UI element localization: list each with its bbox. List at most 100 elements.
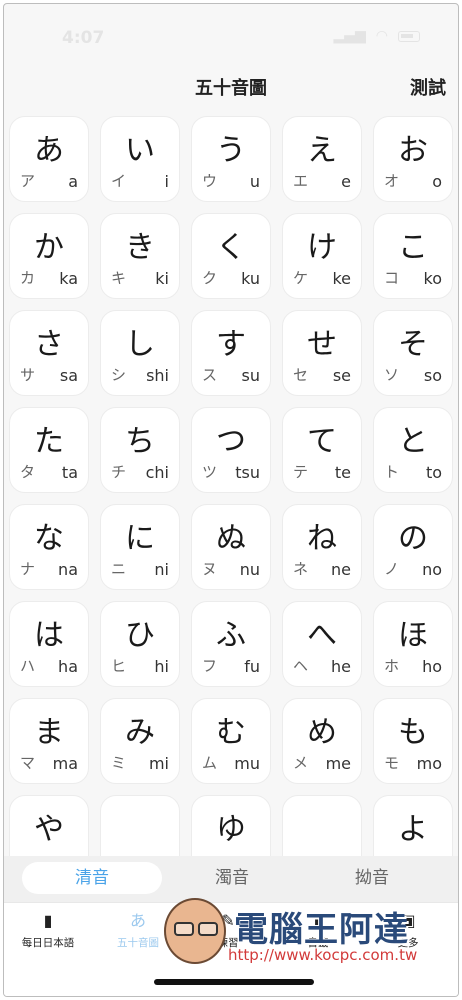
kana-card[interactable]: ぬヌ nu	[191, 504, 271, 590]
kana-card[interactable]: せセ se	[282, 310, 362, 396]
kana-card[interactable]: えエ e	[282, 116, 362, 202]
kana-card[interactable]: うウ u	[191, 116, 271, 202]
watermark-url: http://www.kocpc.com.tw	[228, 946, 418, 964]
kana-card[interactable]: や	[9, 795, 89, 856]
hiragana-label: お	[398, 133, 428, 168]
kana-card[interactable]: たタ ta	[9, 407, 89, 493]
hiragana-label: さ	[34, 327, 64, 362]
katakana-label: サ	[20, 366, 36, 384]
romaji-label: a	[68, 172, 78, 191]
hiragana-label: の	[398, 521, 428, 556]
kana-card[interactable]: さサ sa	[9, 310, 89, 396]
kana-card[interactable]: へヘ he	[282, 601, 362, 687]
katakana-label: ソ	[384, 366, 400, 384]
kana-card[interactable]: いイ i	[100, 116, 180, 202]
signal-icon: ▂▄▆	[333, 28, 366, 44]
katakana-label: ク	[202, 269, 218, 287]
kana-card[interactable]	[100, 795, 180, 856]
tab-0[interactable]: ▮ 每日日本語	[8, 909, 88, 950]
romaji-label: mo	[416, 754, 442, 773]
kana-card[interactable]: まマ ma	[9, 698, 89, 784]
kana-card[interactable]: ゆ	[191, 795, 271, 856]
katakana-label: ヌ	[202, 560, 218, 578]
kana-card[interactable]: とト to	[373, 407, 453, 493]
katakana-label: ホ	[384, 657, 400, 675]
katakana-label: マ	[20, 754, 36, 772]
nav-bar: 五十音圖 測試	[4, 62, 458, 110]
katakana-label: オ	[384, 172, 400, 190]
watermark-mascot-icon	[164, 898, 226, 964]
romaji-label: ko	[423, 269, 442, 288]
romaji-label: tsu	[235, 463, 260, 482]
segment-tab[interactable]: 拗音	[302, 862, 442, 894]
romaji-label: su	[241, 366, 260, 385]
katakana-label: カ	[20, 269, 36, 287]
kana-card[interactable]: けケ ke	[282, 213, 362, 299]
katakana-label: シ	[111, 366, 127, 384]
romaji-label: ku	[241, 269, 260, 288]
wifi-icon: ◠	[375, 28, 388, 44]
romaji-label: te	[334, 463, 351, 482]
kana-card[interactable]: おオ o	[373, 116, 453, 202]
hiragana-label: い	[125, 133, 155, 168]
kana-card[interactable]: てテ te	[282, 407, 362, 493]
kana-card[interactable]: すス su	[191, 310, 271, 396]
kana-card[interactable]	[282, 795, 362, 856]
test-button[interactable]: 測試	[410, 74, 446, 100]
kana-card[interactable]: めメ me	[282, 698, 362, 784]
katakana-label: ノ	[384, 560, 400, 578]
romaji-label: shi	[146, 366, 169, 385]
kana-card[interactable]: ほホ ho	[373, 601, 453, 687]
status-icons: ▂▄▆ ◠	[333, 28, 420, 44]
kana-card[interactable]: こコ ko	[373, 213, 453, 299]
kana-card[interactable]: なナ na	[9, 504, 89, 590]
romaji-label: u	[249, 172, 260, 191]
kana-card[interactable]: ひヒ hi	[100, 601, 180, 687]
romaji-label: mi	[148, 754, 169, 773]
hiragana-label: か	[34, 230, 64, 265]
kana-card[interactable]: かカ ka	[9, 213, 89, 299]
katakana-label: ニ	[111, 560, 127, 578]
kana-card[interactable]: ねネ ne	[282, 504, 362, 590]
kana-card[interactable]: よ	[373, 795, 453, 856]
kana-card[interactable]: あア a	[9, 116, 89, 202]
kana-card[interactable]: つツ tsu	[191, 407, 271, 493]
hiragana-label: つ	[216, 424, 246, 459]
kana-card[interactable]: みミ mi	[100, 698, 180, 784]
kana-card[interactable]: はハ ha	[9, 601, 89, 687]
kana-card[interactable]: ちチ chi	[100, 407, 180, 493]
katakana-label: ヘ	[293, 657, 309, 675]
romaji-label: ho	[422, 657, 442, 676]
romaji-label: mu	[234, 754, 260, 773]
segment-tab[interactable]: 濁音	[162, 862, 302, 894]
hiragana-label: そ	[398, 327, 428, 362]
hiragana-label: く	[216, 230, 246, 265]
kana-card[interactable]: のノ no	[373, 504, 453, 590]
katakana-label: ツ	[202, 463, 218, 481]
hiragana-label: へ	[307, 618, 337, 653]
calendar-icon: ▮	[43, 911, 53, 930]
kana-card[interactable]: もモ mo	[373, 698, 453, 784]
hiragana-label: め	[307, 715, 337, 750]
romaji-label: ta	[61, 463, 78, 482]
tab-label: 每日日本語	[21, 937, 75, 949]
hiragana-label: ち	[125, 424, 155, 459]
kana-card[interactable]: ふフ fu	[191, 601, 271, 687]
katakana-label: ト	[384, 463, 400, 481]
kana-card[interactable]: しシ shi	[100, 310, 180, 396]
kana-card[interactable]: そソ so	[373, 310, 453, 396]
kana-card[interactable]: くク ku	[191, 213, 271, 299]
kana-card[interactable]: むム mu	[191, 698, 271, 784]
watermark-text: 電腦王阿達	[234, 910, 409, 950]
kana-card[interactable]: にニ ni	[100, 504, 180, 590]
katakana-label: チ	[111, 463, 127, 481]
hiragana-label: も	[398, 715, 428, 750]
romaji-label: ke	[332, 269, 351, 288]
romaji-label: no	[422, 560, 442, 579]
hiragana-label: け	[307, 230, 337, 265]
kana-card[interactable]: きキ ki	[100, 213, 180, 299]
hiragana-label: と	[398, 424, 428, 459]
kana-grid: あア a いイ i うウ u えエ e おオ o かカ ka きキ ki くク ku けケ ke こコ ko さサ sa し…	[9, 110, 458, 856]
segment-tab[interactable]: 清音	[22, 862, 162, 894]
battery-icon	[398, 30, 420, 42]
